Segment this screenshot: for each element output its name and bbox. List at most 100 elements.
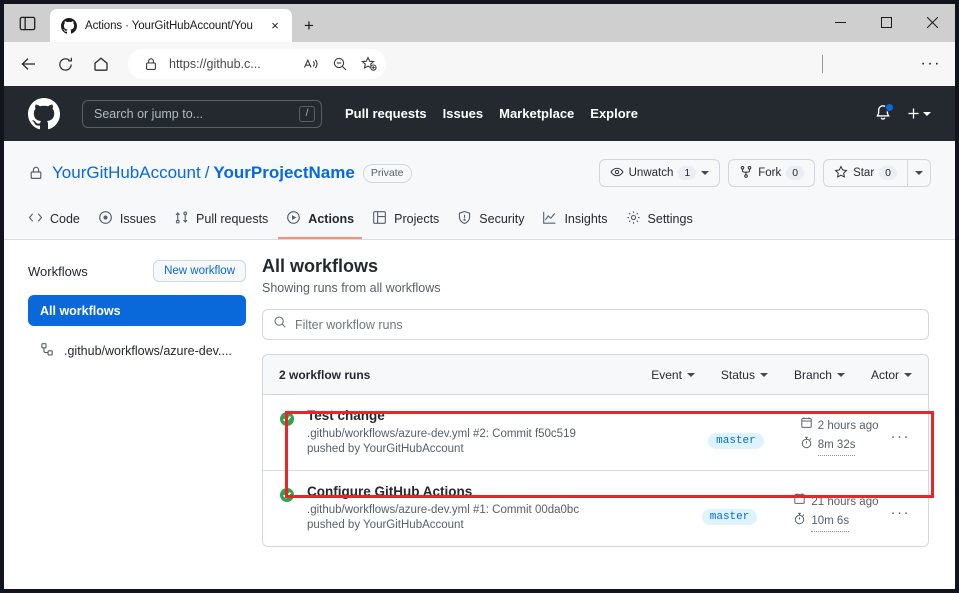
run-title[interactable]: Configure GitHub Actions — [307, 484, 702, 499]
table-row[interactable]: Test change .github/workflows/azure-dev.… — [263, 395, 928, 470]
star-dropdown-button[interactable] — [907, 159, 931, 187]
filter-event[interactable]: Event — [651, 368, 695, 382]
new-tab-button[interactable]: + — [292, 9, 326, 42]
project-icon — [372, 210, 387, 228]
table-row[interactable]: Configure GitHub Actions .github/workflo… — [263, 470, 928, 546]
tab-security-label: Security — [479, 212, 524, 226]
star-button-group: Star 0 — [823, 159, 931, 187]
new-workflow-button[interactable]: New workflow — [153, 260, 246, 282]
notifications-bell-icon[interactable] — [874, 104, 892, 124]
filter-actor[interactable]: Actor — [871, 368, 912, 382]
run-overflow-menu-icon[interactable]: ··· — [887, 428, 915, 445]
close-button[interactable] — [909, 4, 955, 40]
tab-actions[interactable]: Actions — [278, 203, 362, 239]
zoom-out-icon[interactable] — [329, 53, 351, 75]
browser-more-menu-icon[interactable]: ··· — [921, 55, 941, 73]
reload-button-icon[interactable] — [48, 47, 82, 81]
nav-marketplace[interactable]: Marketplace — [499, 106, 574, 121]
repo-visibility-badge: Private — [363, 164, 412, 183]
chevron-down-icon — [904, 373, 912, 377]
run-age-line: 2 hours ago — [800, 416, 879, 436]
filter-status-label: Status — [721, 368, 755, 382]
filter-actor-label: Actor — [871, 368, 899, 382]
sidebar-item-all-workflows[interactable]: All workflows — [28, 295, 246, 326]
run-title[interactable]: Test change — [307, 408, 708, 423]
filter-workflow-runs-input[interactable]: Filter workflow runs — [262, 309, 929, 340]
repo-name-link[interactable]: YourProjectName — [213, 163, 354, 183]
run-meta: .github/workflows/azure-dev.yml #1: Comm… — [307, 503, 702, 533]
tab-issues[interactable]: Issues — [90, 203, 164, 239]
filter-event-label: Event — [651, 368, 682, 382]
tab-actions-label: Actions — [308, 212, 354, 226]
search-icon — [273, 315, 287, 334]
tab-code[interactable]: Code — [20, 203, 88, 239]
run-times: 2 hours ago 8m 32s — [800, 416, 879, 456]
workflow-runs-panel: All workflows Showing runs from all work… — [262, 256, 955, 547]
read-aloud-icon[interactable] — [300, 53, 322, 75]
workflow-icon — [40, 342, 55, 360]
minimize-button[interactable] — [817, 4, 863, 40]
gear-icon — [626, 210, 641, 228]
calendar-icon — [800, 416, 813, 436]
back-button-icon[interactable] — [12, 47, 46, 81]
chevron-down-icon — [760, 373, 768, 377]
run-overflow-menu-icon[interactable]: ··· — [887, 504, 915, 521]
home-button-icon[interactable] — [84, 47, 118, 81]
repo-path-separator: / — [205, 163, 210, 183]
run-duration: 10m 6s — [811, 512, 849, 532]
address-bar[interactable]: https://github.c... — [128, 49, 386, 79]
run-branch-chip[interactable]: master — [702, 509, 758, 525]
fork-count: 0 — [786, 166, 804, 180]
browser-titlebar: Actions · YourGitHubAccount/You × + — [4, 4, 955, 42]
page-subtitle: Showing runs from all workflows — [262, 281, 929, 295]
run-meta-line2: pushed by YourGitHubAccount — [307, 442, 708, 457]
run-meta: .github/workflows/azure-dev.yml #2: Comm… — [307, 427, 708, 457]
tab-sidebar-toggle-icon[interactable] — [4, 4, 50, 42]
repo-owner-link[interactable]: YourGitHubAccount — [52, 163, 201, 183]
run-meta-line1: .github/workflows/azure-dev.yml #2: Comm… — [307, 427, 708, 442]
filter-status[interactable]: Status — [721, 368, 768, 382]
filter-placeholder: Filter workflow runs — [295, 318, 403, 332]
run-right-meta: 21 hours ago 10m 6s · — [793, 492, 914, 532]
fork-button[interactable]: Fork 0 — [728, 159, 815, 187]
tab-issues-label: Issues — [120, 212, 156, 226]
global-header-right — [874, 104, 939, 124]
star-button[interactable]: Star 0 — [823, 159, 907, 187]
toolbar-divider — [822, 55, 823, 73]
browser-tab[interactable]: Actions · YourGitHubAccount/You × — [50, 9, 292, 42]
stopwatch-icon — [793, 512, 806, 532]
run-right-meta: 2 hours ago 8m 32s ·· — [800, 416, 914, 456]
tab-close-icon[interactable]: × — [266, 17, 284, 35]
tab-settings[interactable]: Settings — [618, 203, 701, 239]
workflow-runs-filters: Event Status Branch Actor — [651, 368, 912, 382]
filter-branch[interactable]: Branch — [794, 368, 845, 382]
maximize-button[interactable] — [863, 4, 909, 40]
github-logo-icon[interactable] — [28, 98, 60, 130]
browser-toolbar: https://github.c... ··· — [4, 42, 955, 86]
calendar-icon — [793, 492, 806, 512]
eye-icon — [610, 165, 624, 182]
tab-pull-requests-label: Pull requests — [196, 212, 268, 226]
workflows-title: Workflows — [28, 264, 88, 279]
run-age-line: 21 hours ago — [793, 492, 878, 512]
global-search-input[interactable]: Search or jump to... / — [82, 100, 322, 128]
star-label: Star — [853, 167, 874, 179]
nav-issues[interactable]: Issues — [443, 106, 483, 121]
tab-projects[interactable]: Projects — [364, 203, 447, 239]
create-new-menu[interactable] — [906, 106, 931, 121]
tab-settings-label: Settings — [648, 212, 693, 226]
fork-icon — [739, 165, 753, 182]
sidebar-item-azure-dev-workflow[interactable]: .github/workflows/azure-dev.... — [28, 335, 246, 366]
tab-pull-requests[interactable]: Pull requests — [166, 203, 276, 239]
nav-explore[interactable]: Explore — [590, 106, 638, 121]
unwatch-button[interactable]: Unwatch 1 — [599, 159, 721, 187]
github-favicon-icon — [61, 18, 77, 34]
run-meta-line1: .github/workflows/azure-dev.yml #1: Comm… — [307, 503, 702, 518]
tab-insights[interactable]: Insights — [534, 203, 615, 239]
nav-pull-requests[interactable]: Pull requests — [345, 106, 427, 121]
browser-tab-title: Actions · YourGitHubAccount/You — [85, 20, 258, 32]
unwatch-count: 1 — [678, 166, 696, 180]
add-favorite-icon[interactable] — [358, 53, 380, 75]
tab-security[interactable]: Security — [449, 203, 532, 239]
run-branch-chip[interactable]: master — [708, 433, 764, 449]
